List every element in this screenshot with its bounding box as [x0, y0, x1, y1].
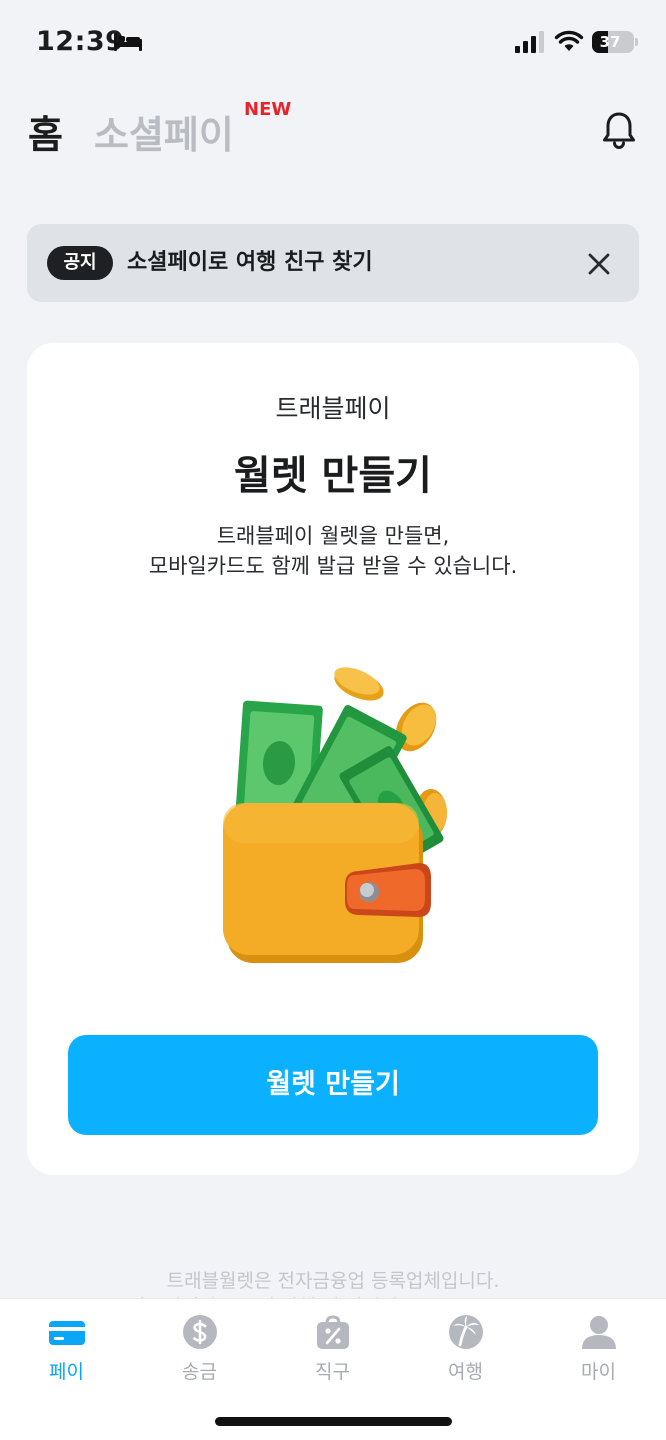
- nav-label: 직구: [315, 1361, 350, 1383]
- nav-item-remit[interactable]: 송금: [133, 1299, 266, 1399]
- close-icon[interactable]: [583, 248, 615, 280]
- tab-social-pay[interactable]: 소셜페이: [94, 104, 234, 159]
- palm-tree-icon: [449, 1315, 483, 1349]
- battery-tip: [635, 38, 638, 46]
- nav-label: 송금: [182, 1361, 217, 1383]
- status-bar: 12:39 37: [0, 0, 666, 86]
- nav-item-direct-purchase[interactable]: 직구: [266, 1299, 399, 1399]
- sleep-bed-icon: [114, 33, 142, 51]
- battery-percent: 37: [599, 33, 621, 51]
- person-icon: [582, 1316, 616, 1349]
- cellular-signal-icon: [515, 31, 544, 53]
- create-wallet-button[interactable]: 월렛 만들기: [68, 1035, 598, 1135]
- shopping-bag-percent-icon: [317, 1315, 349, 1349]
- home-indicator[interactable]: [215, 1417, 452, 1426]
- nav-item-travel[interactable]: 여행: [399, 1299, 532, 1399]
- status-time: 12:39: [36, 26, 125, 57]
- battery-indicator: 37: [592, 31, 634, 53]
- new-badge: NEW: [244, 99, 292, 120]
- notice-text[interactable]: 소셜페이로 여행 친구 찾기: [127, 248, 373, 278]
- nav-item-my[interactable]: 마이: [532, 1299, 665, 1399]
- footer-company-info: 트래블월렛은 전자금융업 등록업체입니다.: [166, 1270, 500, 1292]
- card-description: 트래블페이 월렛을 만들면, 모바일카드도 함께 발급 받을 수 있습니다.: [27, 521, 639, 581]
- card-description-line: 모바일카드도 함께 발급 받을 수 있습니다.: [148, 554, 518, 578]
- nav-label: 여행: [448, 1361, 483, 1383]
- nav-label: 페이: [49, 1361, 84, 1383]
- notification-bell-icon[interactable]: [600, 110, 638, 150]
- card-description-line: 트래블페이 월렛을 만들면,: [216, 524, 450, 548]
- card-icon: [49, 1321, 85, 1345]
- notice-banner[interactable]: 공지 소셜페이로 여행 친구 찾기: [27, 224, 639, 302]
- card-subtitle: 트래블페이: [275, 394, 391, 423]
- card-title: 월렛 만들기: [234, 453, 432, 499]
- wallet-illustration: [223, 667, 447, 963]
- nav-label: 마이: [581, 1361, 616, 1383]
- wifi-icon: [554, 30, 584, 51]
- tab-home[interactable]: 홈: [28, 104, 63, 159]
- notice-chip: 공지: [47, 246, 113, 280]
- nav-item-pay[interactable]: 페이: [0, 1299, 133, 1399]
- wallet-card: 트래블페이 월렛 만들기 트래블페이 월렛을 만들면, 모바일카드도 함께 발급…: [27, 343, 639, 1175]
- dollar-icon: [183, 1315, 217, 1349]
